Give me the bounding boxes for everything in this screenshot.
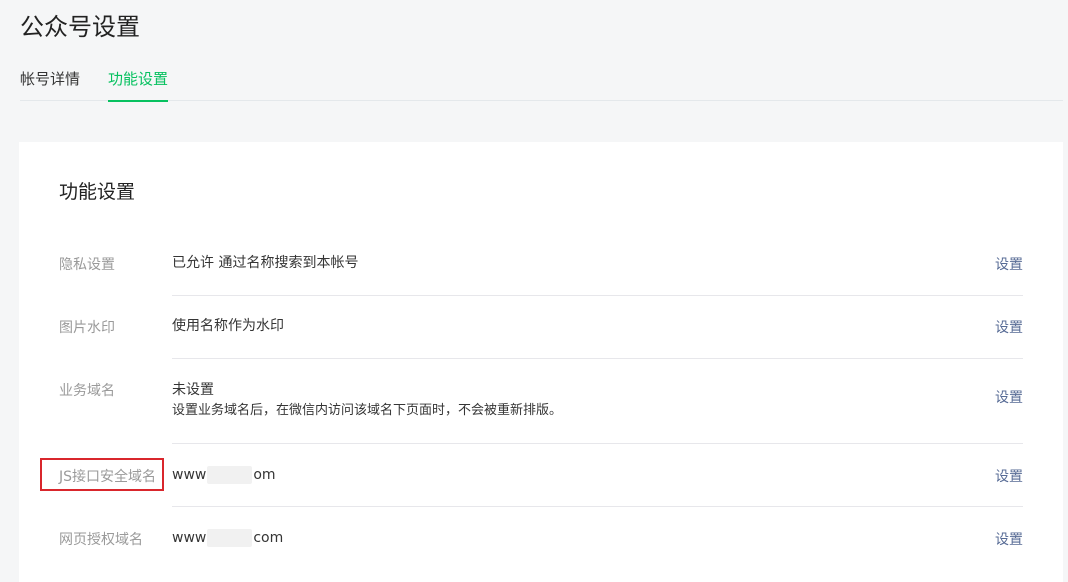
settings-card: 功能设置 隐私设置 已允许 通过名称搜索到本帐号 设置 图片水印 使用名称作为水… <box>19 142 1063 582</box>
domain-prefix: www <box>172 467 207 483</box>
row-divider <box>172 506 1023 507</box>
setting-js-domain-button[interactable]: 设置 <box>995 466 1023 486</box>
setting-privacy-button[interactable]: 设置 <box>995 254 1023 274</box>
setting-label: 业务域名 <box>59 383 115 399</box>
row-divider <box>172 358 1023 359</box>
tab-bar: 帐号详情 功能设置 <box>20 66 1063 102</box>
redacted-block <box>207 466 253 484</box>
setting-label: JS接口安全域名 <box>59 469 157 485</box>
setting-description: 设置业务域名后，在微信内访问该域名下页面时，不会被重新排版。 <box>172 403 563 418</box>
page-title: 公众号设置 <box>20 13 140 41</box>
domain-prefix: www <box>172 530 207 546</box>
setting-label: 隐私设置 <box>59 257 115 273</box>
tab-feature-settings[interactable]: 功能设置 <box>108 66 169 102</box>
setting-value: 未设置 <box>172 382 214 398</box>
setting-watermark-button[interactable]: 设置 <box>995 317 1023 337</box>
domain-suffix: com <box>253 530 284 546</box>
redacted-block <box>207 529 253 547</box>
setting-value: www om <box>172 464 276 486</box>
domain-suffix: om <box>253 467 276 483</box>
setting-label: 网页授权域名 <box>59 532 143 548</box>
row-divider <box>172 295 1023 296</box>
setting-value: 使用名称作为水印 <box>172 318 284 334</box>
setting-oauth-domain-button[interactable]: 设置 <box>995 529 1023 549</box>
setting-label: 图片水印 <box>59 320 115 336</box>
setting-value: www com <box>172 527 283 549</box>
setting-business-domain-button[interactable]: 设置 <box>995 387 1023 407</box>
tab-account-details[interactable]: 帐号详情 <box>20 66 80 101</box>
setting-value: 已允许 通过名称搜索到本帐号 <box>172 255 359 271</box>
row-divider <box>172 443 1023 444</box>
section-title: 功能设置 <box>59 181 136 203</box>
